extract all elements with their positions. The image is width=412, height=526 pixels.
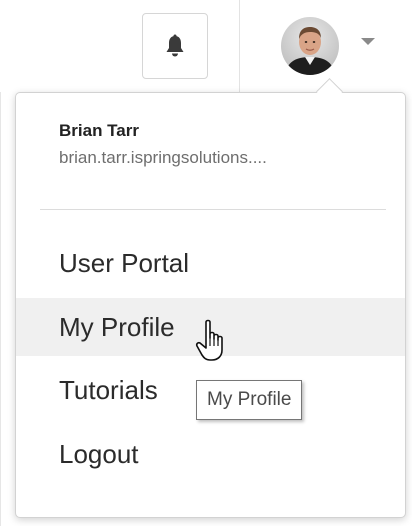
user-email: brian.tarr.ispringsolutions.... [59, 148, 267, 167]
menu-item-user-portal[interactable]: User Portal [16, 234, 405, 292]
header-divider [239, 0, 240, 92]
user-dropdown-menu: Brian Tarr brian.tarr.ispringsolutions..… [15, 92, 406, 518]
tooltip: My Profile [196, 380, 303, 420]
notifications-button[interactable] [142, 13, 208, 79]
menu-divider [40, 209, 386, 210]
top-header [0, 0, 412, 92]
hand-pointer-icon [195, 319, 223, 361]
user-name: Brian Tarr [59, 121, 139, 140]
caret-down-icon[interactable] [361, 38, 375, 45]
app-frame: Brian Tarr brian.tarr.ispringsolutions..… [0, 0, 412, 526]
avatar-photo-icon [281, 17, 339, 75]
menu-item-logout[interactable]: Logout [16, 425, 405, 483]
user-avatar[interactable] [281, 17, 339, 75]
bell-icon [166, 34, 184, 57]
